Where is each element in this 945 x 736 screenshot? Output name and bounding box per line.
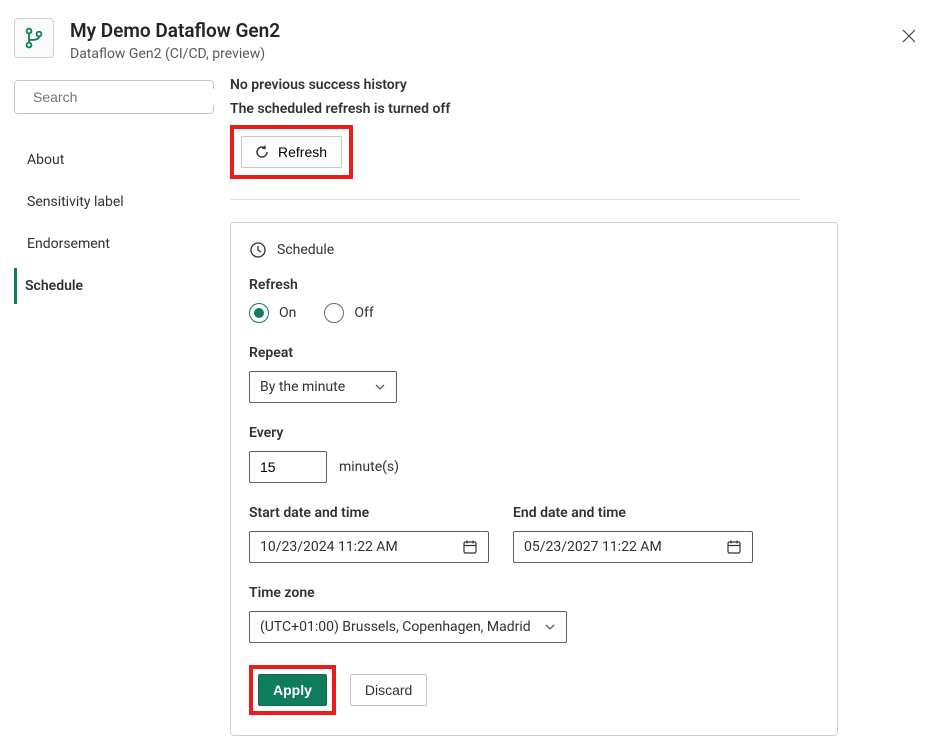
end-date-label: End date and time bbox=[513, 505, 753, 521]
radio-checked-icon bbox=[249, 303, 269, 323]
refresh-on-label: On bbox=[279, 305, 296, 321]
repeat-select[interactable]: By the minute bbox=[249, 371, 397, 403]
search-input[interactable] bbox=[33, 89, 214, 105]
radio-unchecked-icon bbox=[324, 303, 344, 323]
refresh-toggle-label: Refresh bbox=[249, 277, 819, 293]
header-bar: My Demo Dataflow Gen2 Dataflow Gen2 (CI/… bbox=[0, 0, 945, 74]
divider bbox=[230, 199, 800, 200]
every-label: Every bbox=[249, 425, 819, 441]
every-input[interactable] bbox=[249, 451, 327, 483]
repeat-label: Repeat bbox=[249, 345, 819, 361]
refresh-radio-group: On Off bbox=[249, 303, 819, 323]
end-date-value: 05/23/2027 11:22 AM bbox=[524, 539, 662, 555]
timezone-label: Time zone bbox=[249, 585, 819, 601]
apply-highlight: Apply bbox=[249, 665, 336, 715]
start-date-input[interactable]: 10/23/2024 11:22 AM bbox=[249, 531, 489, 563]
refresh-radio-off[interactable]: Off bbox=[324, 303, 373, 323]
branch-icon bbox=[22, 26, 46, 50]
end-date-input[interactable]: 05/23/2027 11:22 AM bbox=[513, 531, 753, 563]
refresh-icon bbox=[254, 144, 270, 160]
nav-item-schedule[interactable]: Schedule bbox=[14, 268, 214, 304]
calendar-icon bbox=[462, 539, 478, 555]
refresh-radio-on[interactable]: On bbox=[249, 303, 296, 323]
nav-item-sensitivity[interactable]: Sensitivity label bbox=[14, 184, 214, 220]
page-subtitle: Dataflow Gen2 (CI/CD, preview) bbox=[70, 46, 895, 62]
refresh-button[interactable]: Refresh bbox=[241, 136, 342, 168]
search-input-wrap[interactable] bbox=[14, 80, 214, 114]
clock-icon bbox=[249, 241, 267, 259]
refresh-off-label: Off bbox=[354, 305, 373, 321]
close-button[interactable] bbox=[895, 22, 923, 50]
dataflow-logo bbox=[14, 18, 54, 58]
discard-button[interactable]: Discard bbox=[350, 674, 427, 706]
nav-item-about[interactable]: About bbox=[14, 142, 214, 178]
timezone-value: (UTC+01:00) Brussels, Copenhagen, Madrid bbox=[260, 619, 530, 635]
nav-item-endorsement[interactable]: Endorsement bbox=[14, 226, 214, 262]
chevron-down-icon bbox=[544, 621, 556, 633]
close-icon bbox=[901, 28, 917, 44]
start-date-label: Start date and time bbox=[249, 505, 489, 521]
repeat-value: By the minute bbox=[260, 379, 345, 395]
schedule-card: Schedule Refresh On Off Repeat By the mi… bbox=[230, 222, 838, 736]
timezone-select[interactable]: (UTC+01:00) Brussels, Copenhagen, Madrid bbox=[249, 611, 567, 643]
start-date-value: 10/23/2024 11:22 AM bbox=[260, 539, 398, 555]
refresh-highlight: Refresh bbox=[230, 125, 353, 179]
schedule-card-title: Schedule bbox=[277, 242, 334, 258]
page-title: My Demo Dataflow Gen2 bbox=[70, 18, 895, 44]
refresh-button-label: Refresh bbox=[278, 144, 327, 160]
refresh-off-message: The scheduled refresh is turned off bbox=[230, 101, 931, 117]
every-unit-label: minute(s) bbox=[339, 459, 399, 475]
no-history-message: No previous success history bbox=[230, 77, 931, 93]
chevron-down-icon bbox=[374, 381, 386, 393]
apply-button[interactable]: Apply bbox=[258, 674, 327, 706]
calendar-icon bbox=[726, 539, 742, 555]
main-content: No previous success history The schedule… bbox=[214, 74, 931, 736]
sidebar: About Sensitivity label Endorsement Sche… bbox=[14, 74, 214, 736]
